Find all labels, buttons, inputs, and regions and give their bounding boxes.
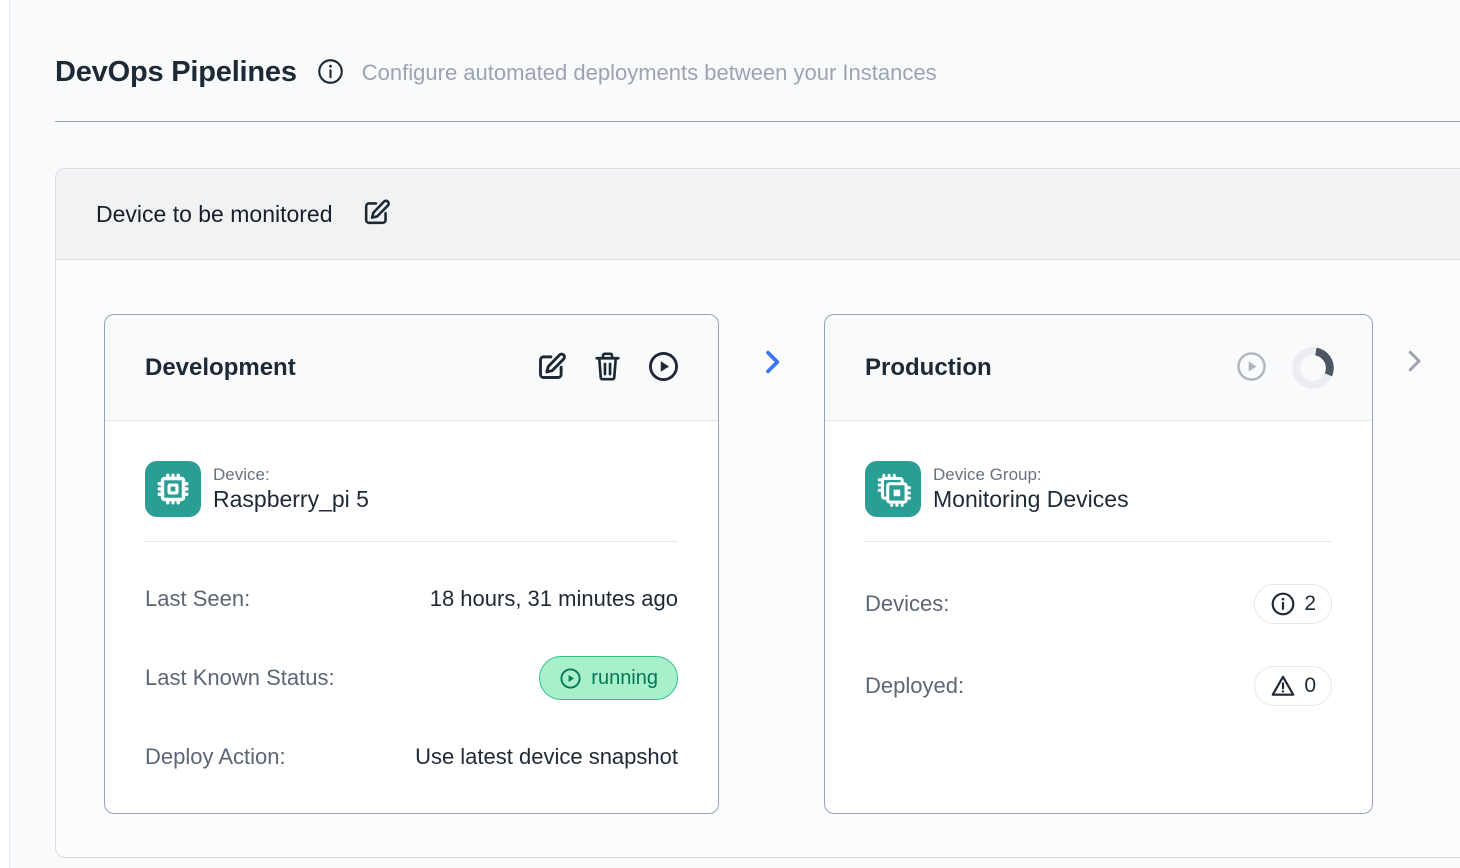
edit-square-icon [361, 197, 392, 231]
production-card-body: Device Group: Monitoring Devices Devices… [825, 421, 1372, 706]
pipeline-panel: Device to be monitored Development [55, 168, 1460, 858]
edit-square-icon [535, 350, 568, 386]
cpu-chip-icon [145, 461, 201, 517]
info-circle-icon [1270, 591, 1296, 617]
devops-pipelines-page: DevOps Pipelines Configure automated dep… [9, 0, 1460, 868]
development-card: Development [104, 314, 719, 814]
development-card-body: Device: Raspberry_pi 5 Last Seen: 18 hou… [105, 421, 718, 772]
production-card: Production [824, 314, 1373, 814]
development-card-header: Development [105, 315, 718, 421]
last-seen-row: Last Seen: 18 hours, 31 minutes ago [145, 584, 678, 614]
development-card-actions [535, 350, 680, 386]
deploy-action-value: Use latest device snapshot [415, 744, 678, 770]
next-stage-button[interactable] [1399, 346, 1429, 379]
header-divider [55, 121, 1460, 122]
delete-development-button[interactable] [592, 350, 623, 386]
loading-spinner-icon [1292, 347, 1334, 389]
device-info: Device: Raspberry_pi 5 [213, 464, 369, 514]
last-seen-label: Last Seen: [145, 586, 250, 612]
page-title: DevOps Pipelines [55, 56, 297, 89]
last-known-status-label: Last Known Status: [145, 665, 335, 691]
deploy-action-label: Deploy Action: [145, 744, 286, 770]
pipeline-stages: Development [56, 260, 1460, 814]
panel-title: Device to be monitored [96, 201, 333, 228]
page-info-button[interactable] [317, 58, 344, 88]
chevron-right-icon [756, 346, 788, 383]
run-production-button-disabled[interactable] [1235, 350, 1268, 386]
running-status-badge: running [539, 656, 678, 700]
trash-icon [592, 350, 623, 386]
page-subtitle: Configure automated deployments between … [362, 60, 937, 86]
chevron-right-icon [1399, 346, 1429, 379]
deployed-row: Deployed: 0 [865, 666, 1332, 706]
pipeline-connector [719, 346, 824, 383]
deployed-count-pill[interactable]: 0 [1254, 666, 1332, 706]
running-status-text: running [591, 667, 658, 690]
panel-header: Device to be monitored [56, 169, 1460, 260]
last-seen-value: 18 hours, 31 minutes ago [430, 586, 678, 612]
play-circle-icon [647, 350, 680, 386]
last-known-status-row: Last Known Status: running [145, 656, 678, 700]
devices-count-pill[interactable]: 2 [1254, 584, 1332, 624]
edit-pipeline-name-button[interactable] [361, 197, 392, 231]
devices-row: Devices: 2 [865, 584, 1332, 624]
play-circle-icon [559, 667, 582, 690]
card-divider [865, 541, 1332, 542]
device-row: Device: Raspberry_pi 5 [145, 461, 678, 517]
production-card-header: Production [825, 315, 1372, 421]
development-card-title: Development [145, 354, 296, 382]
page-header: DevOps Pipelines Configure automated dep… [10, 0, 1460, 89]
play-circle-disabled-icon [1235, 350, 1268, 386]
device-label: Device: [213, 464, 369, 485]
device-group-name: Monitoring Devices [933, 485, 1129, 514]
production-card-actions [1235, 347, 1334, 389]
device-name: Raspberry_pi 5 [213, 485, 369, 514]
deploy-action-row: Deploy Action: Use latest device snapsho… [145, 742, 678, 772]
device-group-info: Device Group: Monitoring Devices [933, 464, 1129, 514]
device-group-row: Device Group: Monitoring Devices [865, 461, 1332, 517]
production-card-title: Production [865, 354, 992, 382]
deployed-count: 0 [1304, 674, 1316, 698]
devices-label: Devices: [865, 591, 949, 617]
card-divider [145, 541, 678, 542]
cpu-chip-stack-icon [865, 461, 921, 517]
devices-count: 2 [1304, 592, 1316, 616]
deployed-label: Deployed: [865, 673, 964, 699]
edit-development-button[interactable] [535, 350, 568, 386]
warning-triangle-icon [1270, 673, 1296, 699]
run-development-button[interactable] [647, 350, 680, 386]
device-group-label: Device Group: [933, 464, 1129, 485]
info-circle-icon [317, 58, 344, 88]
